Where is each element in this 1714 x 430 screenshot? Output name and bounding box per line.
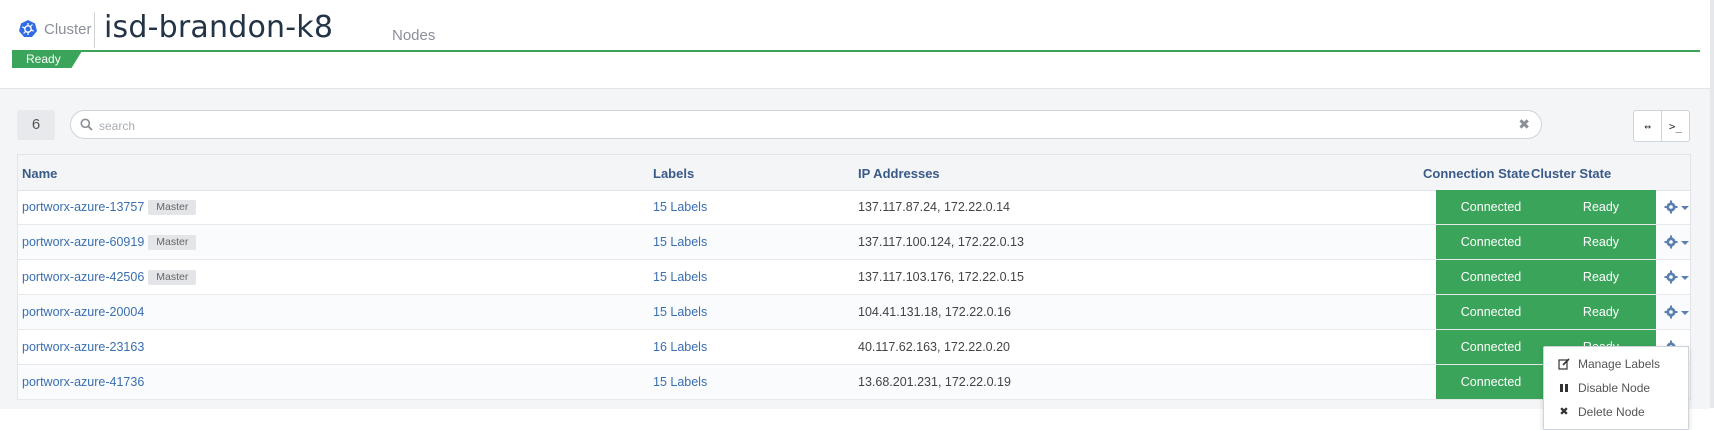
row-actions-button[interactable] [1664,270,1689,284]
node-name-cell: portworx-azure-23163 [22,330,144,364]
edit-icon [1558,357,1570,370]
chevron-down-icon [1681,276,1689,280]
table-row: portworx-azure-23163 16 Labels 40.117.62.1… [18,330,1690,365]
labels-cell: 15 Labels [653,260,707,294]
ip-addresses-cell: 137.117.103.176, 172.22.0.15 [858,270,1024,284]
gear-icon [1664,305,1678,319]
node-name-cell: portworx-azure-41736 [22,365,144,399]
table-row: portworx-azure-20004 15 Labels 104.41.131.… [18,295,1690,330]
table-row: portworx-azure-13757 Master 15 Labels 137.1… [18,190,1690,225]
labels-cell: 15 Labels [653,295,707,329]
labels-link[interactable]: 15 Labels [653,235,707,249]
row-actions-button[interactable] [1664,235,1689,249]
table-header: Name Labels IP Addresses Connection Stat… [18,155,1690,191]
search-box[interactable]: ✖ [70,110,1542,139]
row-actions-button[interactable] [1664,200,1689,214]
ip-addresses-cell: 13.68.201.231, 172.22.0.19 [858,375,1011,389]
title-divider [94,12,95,48]
nodes-table: Name Labels IP Addresses Connection Stat… [17,154,1691,400]
chevron-down-icon [1681,311,1689,315]
gear-icon [1664,200,1678,214]
menu-item-label: Delete Node [1578,404,1645,419]
terminal-button[interactable]: >_ [1661,110,1690,142]
column-header-connection-state[interactable]: Connection State [1423,166,1530,181]
ip-addresses-cell: 104.41.131.18, 172.22.0.16 [858,305,1011,319]
connection-state-cell: Connected [1436,260,1546,294]
cluster-state-cell: Ready [1546,190,1656,224]
connection-state-cell: Connected [1436,190,1546,224]
connection-state-cell: Connected [1436,295,1546,329]
search-icon [80,118,93,131]
cluster-type-text: Cluster [44,20,92,38]
node-name-link[interactable]: portworx-azure-13757 [22,200,144,214]
tab-nodes[interactable]: Nodes [392,27,435,44]
labels-cell: 16 Labels [653,330,707,364]
labels-link[interactable]: 15 Labels [653,200,707,214]
node-count-badge: 6 [17,110,55,140]
chevron-down-icon [1681,206,1689,210]
cluster-state-cell: Ready [1546,295,1656,329]
pause-icon [1558,382,1570,394]
node-name-cell: portworx-azure-42506 Master [22,260,197,294]
node-name-link[interactable]: portworx-azure-23163 [22,340,144,354]
terminal-icon: >_ [1668,119,1683,133]
labels-cell: 15 Labels [653,365,707,399]
connection-state-cell: Connected [1436,365,1546,399]
connection-state-cell: Connected [1436,225,1546,259]
page-header: Cluster isd-brandon-k8 Nodes Ready [0,0,1714,88]
column-header-labels[interactable]: Labels [653,166,694,181]
menu-item-label: Disable Node [1578,380,1651,395]
expand-width-icon: ↔ [1644,119,1651,133]
node-name-link[interactable]: portworx-azure-60919 [22,235,144,249]
page-title: isd-brandon-k8 [104,10,334,45]
table-row: portworx-azure-42506 Master 15 Labels 137.1… [18,260,1690,295]
close-icon: ✖ [1559,406,1569,418]
table-row: portworx-azure-41736 15 Labels 13.68.201.2… [18,365,1690,400]
nodes-panel: 6 ✖ ↔ >_ Name Labels IP Addresses Connec… [0,88,1710,430]
ip-addresses-cell: 40.117.62.163, 172.22.0.20 [858,340,1010,354]
kubernetes-icon [19,20,37,37]
cluster-state-cell: Ready [1546,225,1656,259]
chevron-down-icon [1681,241,1689,245]
scrollbar-track[interactable] [1710,0,1714,408]
menu-item-disable-node[interactable]: Disable Node [1544,376,1688,399]
column-header-name[interactable]: Name [22,166,57,181]
connection-state-cell: Connected [1436,330,1546,364]
menu-item-label: Manage Labels [1578,356,1661,371]
expand-width-button[interactable]: ↔ [1633,110,1662,142]
labels-cell: 15 Labels [653,225,707,259]
menu-item-manage-labels[interactable]: Manage Labels [1544,352,1688,375]
cluster-type-label: Cluster [18,19,92,39]
column-header-cluster-state[interactable]: Cluster State [1531,166,1611,181]
cluster-state-cell: Ready [1546,260,1656,294]
master-tag: Master [148,270,197,286]
search-input[interactable] [97,114,1501,137]
status-badge: Ready [12,51,82,68]
labels-cell: 15 Labels [653,190,707,224]
labels-link[interactable]: 15 Labels [653,305,707,319]
node-name-cell: portworx-azure-13757 Master [22,190,197,224]
master-tag: Master [148,200,197,216]
node-name-link[interactable]: portworx-azure-41736 [22,375,144,389]
node-name-link[interactable]: portworx-azure-20004 [22,305,144,319]
gear-icon [1664,270,1678,284]
node-name-cell: portworx-azure-20004 [22,295,144,329]
labels-link[interactable]: 15 Labels [653,270,707,284]
gear-icon [1664,235,1678,249]
labels-link[interactable]: 16 Labels [653,340,707,354]
status-line [12,50,1700,52]
close-icon[interactable]: ✖ [1518,117,1530,131]
ip-addresses-cell: 137.117.87.24, 172.22.0.14 [858,200,1010,214]
node-actions-menu: Manage Labels Disable Node ✖ Delete Node [1543,346,1689,430]
column-header-ip-addresses[interactable]: IP Addresses [858,166,940,181]
node-name-cell: portworx-azure-60919 Master [22,225,197,259]
master-tag: Master [148,235,197,251]
ip-addresses-cell: 137.117.100.124, 172.22.0.13 [858,235,1024,249]
node-name-link[interactable]: portworx-azure-42506 [22,270,144,284]
labels-link[interactable]: 15 Labels [653,375,707,389]
row-actions-button[interactable] [1664,305,1689,319]
table-row: portworx-azure-60919 Master 15 Labels 137.1… [18,225,1690,260]
menu-item-delete-node[interactable]: ✖ Delete Node [1544,400,1688,423]
